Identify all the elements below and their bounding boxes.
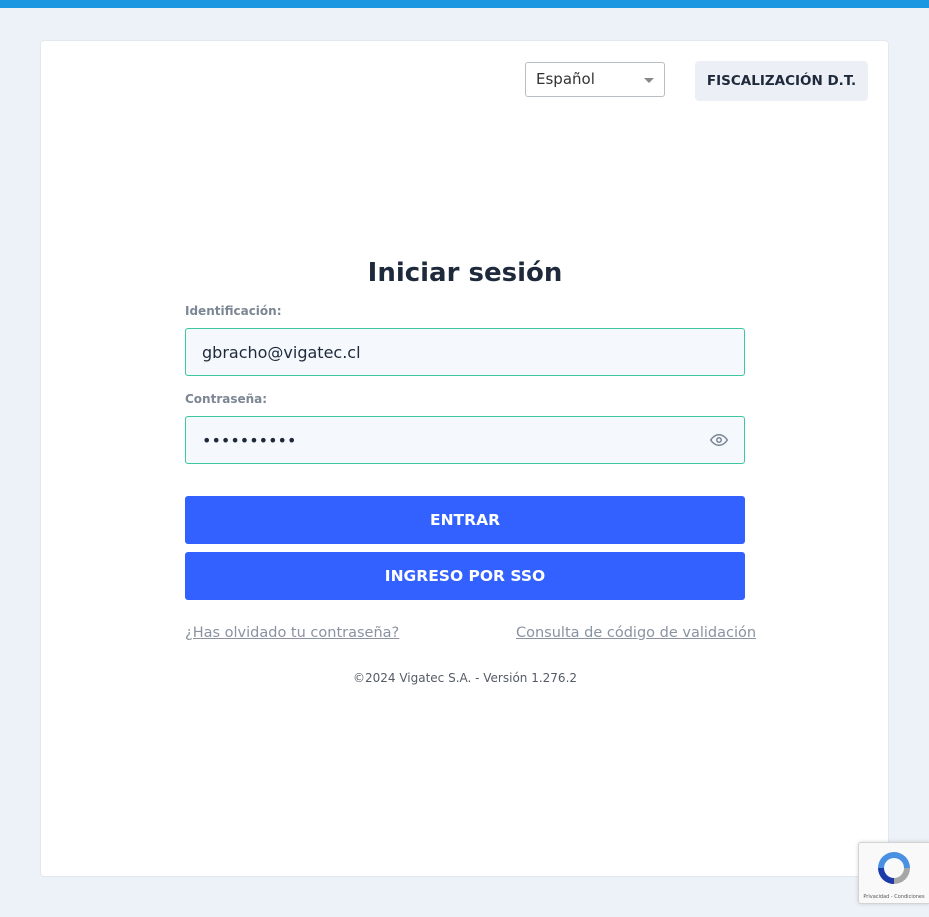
recaptcha-text[interactable]: Privacidad - Condiciones xyxy=(863,894,924,900)
language-select[interactable]: Español xyxy=(525,62,665,97)
language-select-value: Español xyxy=(536,70,595,88)
id-field[interactable]: gbracho@vigatec.cl xyxy=(185,328,745,376)
submit-button[interactable]: ENTRAR xyxy=(185,496,745,544)
password-field[interactable]: •••••••••• xyxy=(185,416,745,464)
footer-version: ©2024 Vigatec S.A. - Versión 1.276.2 xyxy=(352,671,578,685)
sso-button[interactable]: INGRESO POR SSO xyxy=(185,552,745,600)
top-accent-bar xyxy=(0,0,929,8)
page-title: Iniciar sesión xyxy=(367,258,563,288)
password-label: Contraseña: xyxy=(185,392,268,406)
forgot-password-link[interactable]: ¿Has olvidado tu contraseña? xyxy=(185,625,399,641)
recaptcha-icon xyxy=(874,848,914,892)
chevron-down-icon xyxy=(644,78,654,83)
password-field-value: •••••••••• xyxy=(202,430,297,450)
eye-icon[interactable] xyxy=(710,431,728,449)
fiscalizacion-button[interactable]: FISCALIZACIÓN D.T. xyxy=(695,61,868,101)
recaptcha-badge[interactable]: Privacidad - Condiciones xyxy=(858,842,929,904)
id-field-value: gbracho@vigatec.cl xyxy=(202,342,361,362)
validation-code-link[interactable]: Consulta de código de validación xyxy=(516,625,756,641)
id-label: Identificación: xyxy=(185,304,282,318)
